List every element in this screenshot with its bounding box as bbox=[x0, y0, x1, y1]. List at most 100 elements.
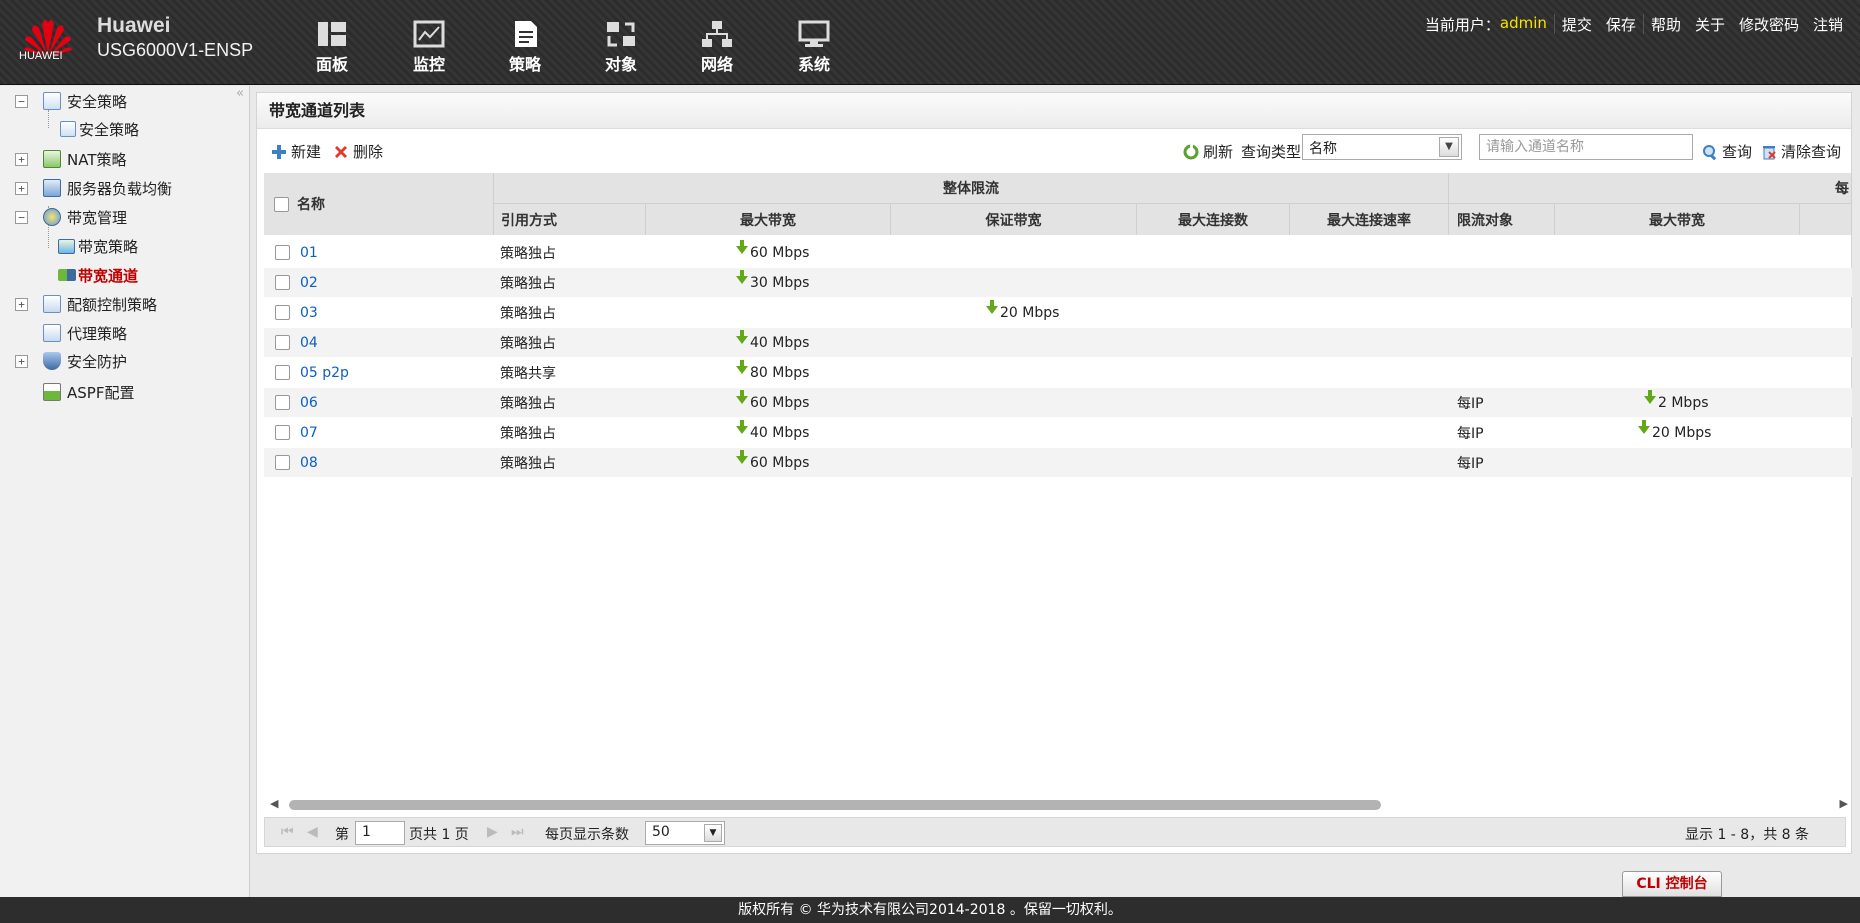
scrollbar-thumb[interactable] bbox=[289, 800, 1381, 810]
clear-query-button[interactable]: 清除查询 bbox=[1761, 141, 1841, 162]
table-row[interactable]: 06 策略独占 60 Mbps 每IP 2 Mbps bbox=[264, 388, 1852, 417]
sidebar-item-security-protection[interactable]: 安全防护 bbox=[43, 350, 127, 372]
sidebar-item-quota-control-policy[interactable]: 配额控制策略 bbox=[43, 293, 157, 315]
tree-toggle[interactable]: − bbox=[15, 95, 28, 108]
row-checkbox[interactable] bbox=[275, 365, 290, 380]
sidebar-item-aspf-config[interactable]: ASPF配置 bbox=[43, 381, 134, 403]
sidebar-item-nat-policy[interactable]: NAT策略 bbox=[43, 148, 126, 170]
device-model: USG6000V1-ENSP bbox=[97, 40, 254, 60]
collapse-sidebar-icon[interactable]: « bbox=[236, 86, 244, 101]
nav-dashboard[interactable]: 面板 bbox=[297, 20, 367, 75]
sidebar-item-bandwidth-policy[interactable]: 带宽策略 bbox=[58, 235, 138, 257]
horizontal-scrollbar[interactable]: ◀ ▶ bbox=[264, 797, 1852, 813]
tree-toggle[interactable]: + bbox=[15, 153, 28, 166]
table-row[interactable]: 01 策略独占 60 Mbps bbox=[264, 238, 1852, 267]
sidebar-item-server-load-balance[interactable]: 服务器负载均衡 bbox=[43, 177, 172, 199]
channel-name-link[interactable]: 07 bbox=[300, 418, 318, 447]
table-row[interactable]: 08 策略独占 60 Mbps 每IP bbox=[264, 448, 1852, 477]
row-checkbox[interactable] bbox=[275, 455, 290, 470]
current-user-label: 当前用户： bbox=[1424, 16, 1500, 34]
down-arrow-icon bbox=[1638, 419, 1650, 434]
max-bw-value: 30 Mbps bbox=[750, 274, 810, 291]
table-row[interactable]: 02 策略独占 30 Mbps bbox=[264, 268, 1852, 297]
channel-name-link[interactable]: 04 bbox=[300, 328, 318, 357]
cli-console-button[interactable]: CLI 控制台 bbox=[1622, 871, 1722, 897]
per-page-value: 50 bbox=[652, 824, 670, 840]
down-arrow-icon bbox=[736, 419, 748, 434]
query-type-select[interactable]: 名称 ▼ bbox=[1302, 134, 1462, 160]
new-button[interactable]: 新建 bbox=[271, 141, 321, 162]
save-link[interactable]: 保存 bbox=[1599, 14, 1643, 35]
channel-name-link[interactable]: 01 bbox=[300, 238, 318, 267]
tree-toggle[interactable]: − bbox=[15, 211, 28, 224]
select-all-checkbox[interactable] bbox=[274, 196, 289, 212]
query-button-label: 查询 bbox=[1722, 143, 1753, 161]
column-header-limit-target[interactable]: 限流对象 bbox=[1449, 204, 1555, 235]
query-button[interactable]: 查询 bbox=[1702, 141, 1752, 162]
bandwidth-channel-table: 名称 整体限流 每 引用方式 最大带宽 保证带宽 最大连接数 最大连接速率 限流… bbox=[264, 173, 1852, 769]
monitor-icon bbox=[413, 20, 445, 48]
channel-name-link[interactable]: 02 bbox=[300, 268, 318, 297]
channel-name-link[interactable]: 08 bbox=[300, 448, 318, 477]
first-page-icon[interactable]: ⏮ bbox=[281, 824, 294, 840]
column-header-max-conn-rate[interactable]: 最大连接速率 bbox=[1290, 204, 1449, 235]
next-page-icon[interactable]: ▶ bbox=[487, 824, 498, 840]
sidebar-item-bandwidth-channel[interactable]: 带宽通道 bbox=[58, 264, 138, 286]
refresh-button[interactable]: 刷新 bbox=[1183, 141, 1233, 162]
channel-name-link[interactable]: 03 bbox=[300, 298, 318, 327]
sidebar-item-bandwidth-management[interactable]: 带宽管理 bbox=[43, 206, 127, 228]
nav-label: 网络 bbox=[700, 55, 733, 74]
nav-system[interactable]: 系统 bbox=[779, 20, 849, 75]
column-header-max-bw[interactable]: 最大带宽 bbox=[646, 204, 891, 235]
sidebar-item-security-policy-sub[interactable]: 安全策略 bbox=[60, 118, 139, 140]
row-checkbox[interactable] bbox=[275, 275, 290, 290]
tree-toggle[interactable]: + bbox=[15, 298, 28, 311]
chevron-down-icon[interactable]: ▼ bbox=[704, 824, 722, 842]
column-header-guaranteed-bw[interactable]: 保证带宽 bbox=[891, 204, 1137, 235]
table-row[interactable]: 04 策略独占 40 Mbps bbox=[264, 328, 1852, 357]
security-policy-icon bbox=[43, 92, 61, 110]
nav-object[interactable]: 对象 bbox=[586, 20, 656, 75]
down-arrow-icon bbox=[736, 329, 748, 344]
prev-page-icon[interactable]: ◀ bbox=[307, 824, 318, 840]
column-header-per-max-bw[interactable]: 最大带宽 bbox=[1555, 204, 1800, 235]
per-page-select[interactable]: 50 ▼ bbox=[645, 821, 725, 845]
search-input[interactable] bbox=[1479, 134, 1693, 160]
column-header-label: 名称 bbox=[297, 197, 325, 213]
last-page-icon[interactable]: ⏭ bbox=[511, 824, 524, 840]
page-prefix: 第 bbox=[335, 827, 349, 843]
table-row[interactable]: 05 p2p 策略共享 80 Mbps bbox=[264, 358, 1852, 387]
page-title: 带宽通道列表 bbox=[257, 93, 1851, 129]
table-row[interactable]: 03 策略独占 20 Mbps bbox=[264, 298, 1852, 327]
nav-monitor[interactable]: 监控 bbox=[394, 20, 464, 75]
column-header-max-conn[interactable]: 最大连接数 bbox=[1137, 204, 1290, 235]
row-checkbox[interactable] bbox=[275, 395, 290, 410]
channel-name-link[interactable]: 06 bbox=[300, 388, 318, 417]
channel-name-link[interactable]: 05 p2p bbox=[300, 358, 349, 387]
sidebar-item-label: 带宽通道 bbox=[78, 266, 139, 285]
row-checkbox[interactable] bbox=[275, 335, 290, 350]
submit-link[interactable]: 提交 bbox=[1555, 14, 1599, 35]
change-password-link[interactable]: 修改密码 bbox=[1732, 14, 1806, 35]
page-number-input[interactable]: 1 bbox=[355, 821, 405, 845]
sidebar-item-proxy-policy[interactable]: 代理策略 bbox=[43, 322, 127, 344]
row-checkbox[interactable] bbox=[275, 305, 290, 320]
about-link[interactable]: 关于 bbox=[1688, 14, 1732, 35]
tree-toggle[interactable]: + bbox=[15, 355, 28, 368]
help-link[interactable]: 帮助 bbox=[1644, 14, 1688, 35]
logout-link[interactable]: 注销 bbox=[1806, 14, 1850, 35]
chevron-down-icon[interactable]: ▼ bbox=[1439, 137, 1459, 157]
row-checkbox[interactable] bbox=[275, 425, 290, 440]
sidebar-item-security-policy[interactable]: 安全策略 bbox=[43, 90, 127, 112]
row-checkbox[interactable] bbox=[275, 245, 290, 260]
table-row[interactable]: 07 策略独占 40 Mbps 每IP 20 Mbps bbox=[264, 418, 1852, 447]
scroll-left-icon[interactable]: ◀ bbox=[270, 797, 278, 810]
delete-button[interactable]: 删除 bbox=[333, 141, 383, 162]
nav-network[interactable]: 网络 bbox=[682, 20, 752, 75]
column-header-ref-mode[interactable]: 引用方式 bbox=[494, 204, 646, 235]
down-arrow-icon bbox=[986, 299, 998, 314]
nav-policy[interactable]: 策略 bbox=[490, 20, 560, 75]
logo-text: HUAWEI bbox=[19, 50, 63, 62]
tree-toggle[interactable]: + bbox=[15, 182, 28, 195]
scroll-right-icon[interactable]: ▶ bbox=[1840, 797, 1848, 810]
